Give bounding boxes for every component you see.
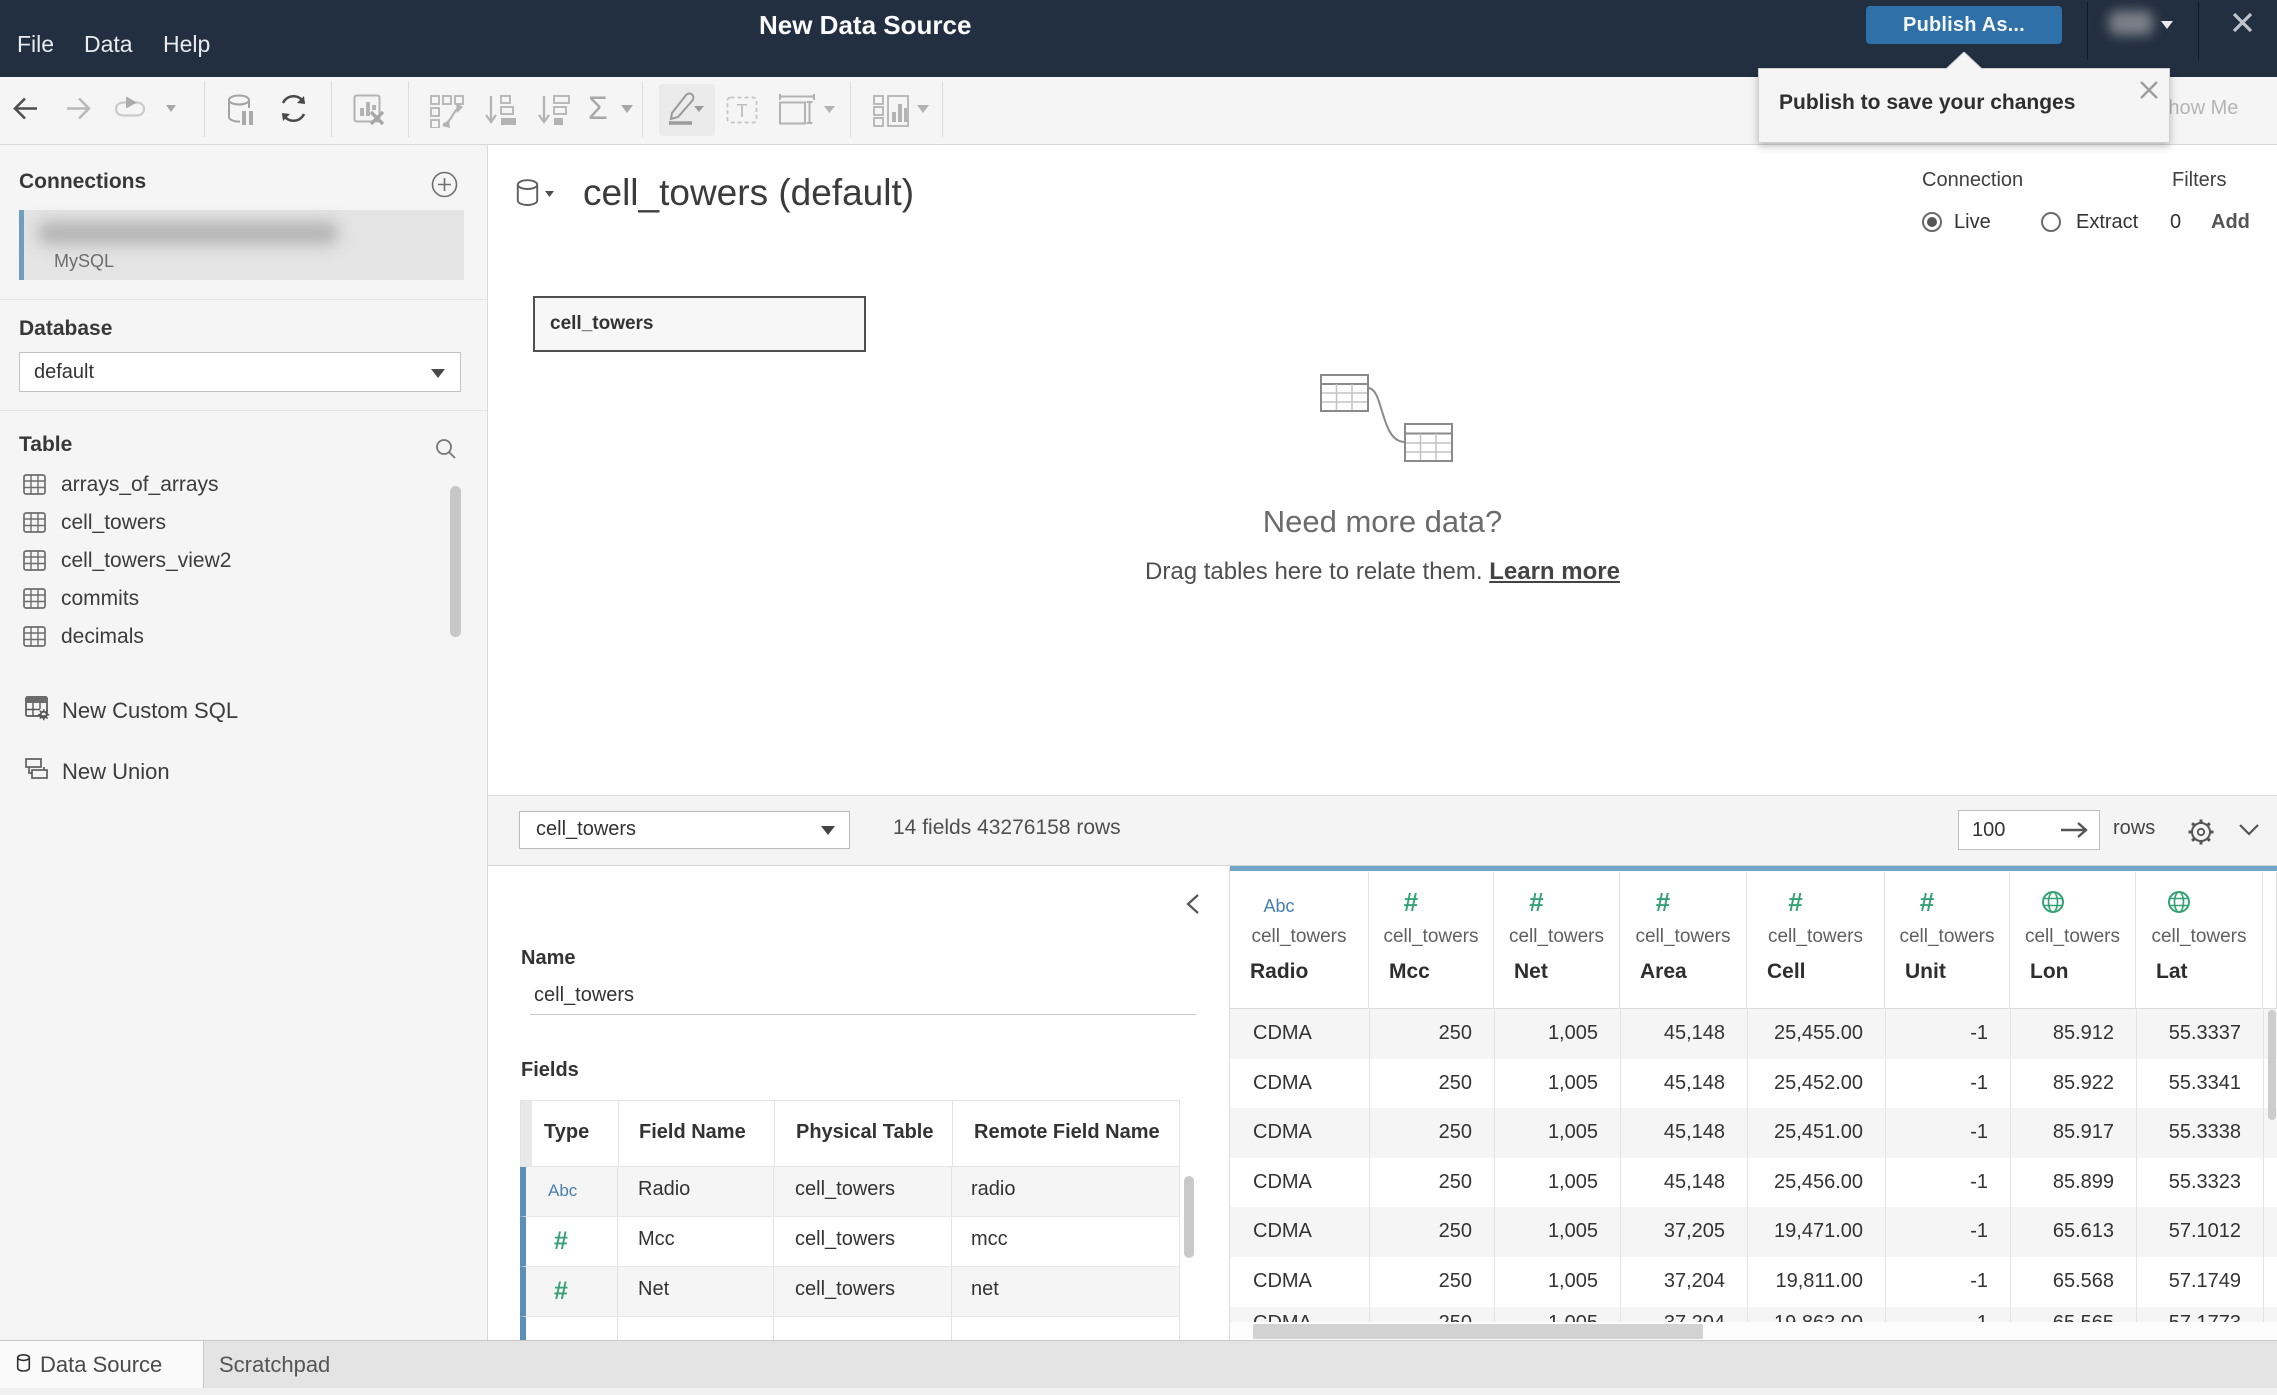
svg-text:T: T: [737, 101, 748, 121]
